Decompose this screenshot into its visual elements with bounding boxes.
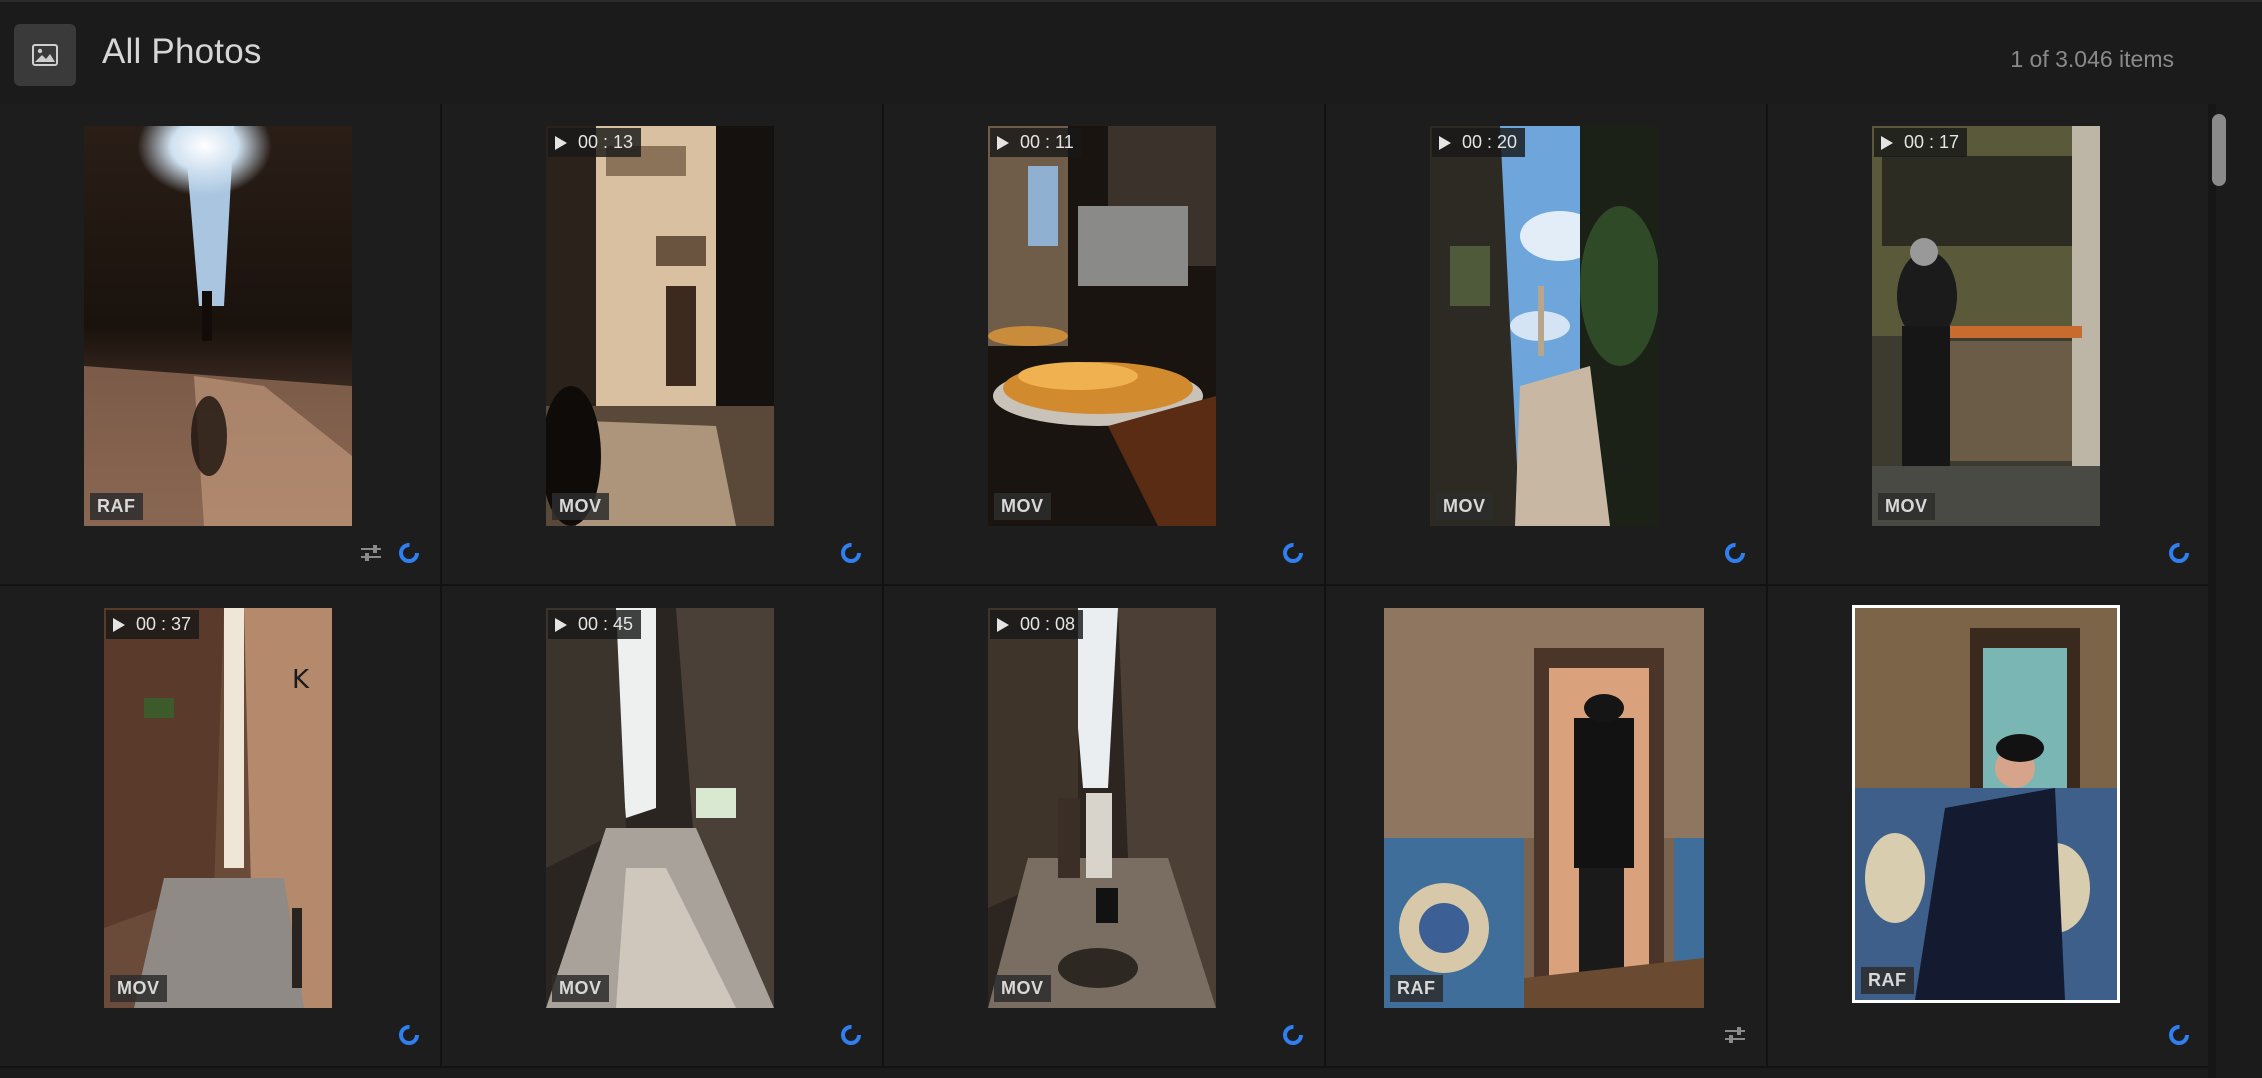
video-thumbnail[interactable]: 00 : 11 MOV: [988, 126, 1216, 526]
grid-cell[interactable]: K 00 : 37 MOV: [0, 586, 442, 1068]
video-thumbnail[interactable]: 00 : 20 MOV: [1430, 126, 1658, 526]
loading-spinner-icon: [841, 1025, 861, 1045]
format-badge: MOV: [1878, 493, 1935, 520]
scroll-track[interactable]: [2208, 104, 2216, 1078]
play-icon: [555, 617, 567, 632]
play-icon: [1439, 135, 1451, 150]
format-badge: RAF: [1390, 975, 1443, 1002]
grid-cell[interactable]: 00 : 11 MOV: [884, 104, 1326, 586]
video-thumbnail[interactable]: 00 : 45 MOV: [546, 608, 774, 1008]
photo-library-icon[interactable]: [14, 24, 76, 86]
photo-thumbnail[interactable]: RAF: [84, 126, 352, 526]
video-duration-badge: 00 : 37: [106, 610, 200, 639]
adjustments-icon: [1725, 1027, 1745, 1043]
play-icon: [997, 617, 1009, 632]
duration-text: 00 : 08: [1020, 614, 1076, 634]
video-duration-badge: 00 : 17: [1874, 128, 1968, 157]
loading-spinner-icon: [841, 543, 861, 563]
video-thumbnail[interactable]: 00 : 17 MOV: [1872, 126, 2100, 526]
duration-text: 00 : 11: [1020, 132, 1074, 152]
grid-cell[interactable]: 00 : 08 MOV: [884, 586, 1326, 1068]
video-duration-badge: 00 : 13: [548, 128, 642, 157]
adjustments-icon: [361, 545, 381, 561]
duration-text: 00 : 37: [136, 614, 192, 634]
photo-library-app: All Photos 1 of 3.046 items RAF 00: 13 …: [0, 0, 2262, 1078]
video-duration-badge: 00 : 11: [990, 128, 1082, 157]
loading-spinner-icon: [399, 543, 419, 563]
video-thumbnail[interactable]: 00 : 08 MOV: [988, 608, 1216, 1008]
loading-spinner-icon: [2169, 1025, 2189, 1045]
format-badge: MOV: [552, 975, 609, 1002]
loading-spinner-icon: [1283, 543, 1303, 563]
photo-thumbnail[interactable]: RAF: [1384, 608, 1704, 1008]
grid-cell[interactable]: 00 : 17 MOV: [1768, 104, 2210, 586]
format-badge: MOV: [994, 975, 1051, 1002]
vertical-scrollbar[interactable]: [2208, 104, 2262, 1078]
loading-spinner-icon: [1725, 543, 1745, 563]
video-duration-badge: 00 : 20: [1432, 128, 1526, 157]
format-badge: RAF: [90, 493, 143, 520]
duration-text: 00 : 13: [578, 132, 634, 152]
duration-text: 00 : 20: [1462, 132, 1518, 152]
video-duration-badge: 00 : 08: [990, 610, 1084, 639]
grid-cell[interactable]: RAF: [0, 104, 442, 586]
photo-grid: RAF 00: 13 MOV 00: 11 MOV 00: 20 MOV …: [0, 104, 2210, 1078]
scroll-thumb[interactable]: [2212, 114, 2226, 186]
duration-text: 00 : 17: [1904, 132, 1960, 152]
item-count: 1 of 3.046 items: [2010, 46, 2174, 72]
loading-spinner-icon: [1283, 1025, 1303, 1045]
video-duration-badge: 00 : 45: [548, 610, 642, 639]
photo-thumbnail-selected[interactable]: RAF: [1852, 605, 2120, 1003]
loading-spinner-icon: [2169, 543, 2189, 563]
format-badge: MOV: [110, 975, 167, 1002]
format-badge: MOV: [994, 493, 1051, 520]
format-badge: MOV: [1436, 493, 1493, 520]
grid-cell[interactable]: 00 : 13 MOV: [442, 104, 884, 586]
loading-spinner-icon: [399, 1025, 419, 1045]
video-thumbnail[interactable]: 00 : 13 MOV: [546, 126, 774, 526]
format-badge: MOV: [552, 493, 609, 520]
grid-cell[interactable]: RAF: [1326, 586, 1768, 1068]
play-icon: [997, 135, 1009, 150]
grid-cell[interactable]: 00 : 45 MOV: [442, 586, 884, 1068]
play-icon: [1881, 135, 1893, 150]
grid-cell[interactable]: RAF: [1768, 586, 2210, 1068]
play-icon: [555, 135, 567, 150]
duration-text: 00 : 45: [578, 614, 634, 634]
video-thumbnail[interactable]: K 00 : 37 MOV: [104, 608, 332, 1008]
format-badge: RAF: [1861, 967, 1914, 994]
page-title: All Photos: [102, 32, 262, 71]
svg-text:K: K: [292, 665, 310, 695]
grid-cell[interactable]: 00 : 20 MOV: [1326, 104, 1768, 586]
library-header: All Photos 1 of 3.046 items: [0, 0, 2262, 104]
play-icon: [113, 617, 125, 632]
